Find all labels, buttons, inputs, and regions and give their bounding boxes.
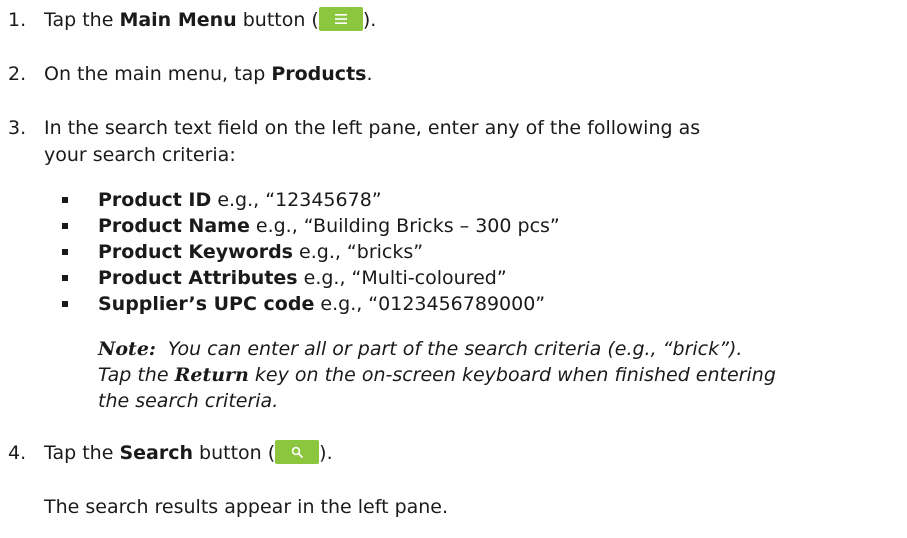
main-menu-button [318, 7, 363, 31]
note-text: Tap the [98, 364, 175, 386]
step-text: . [366, 63, 373, 85]
bullet-icon [62, 275, 68, 281]
note-line-1: Note: You can enter all or part of the se… [98, 336, 898, 362]
criteria-example: e.g., “Multi-coloured” [297, 267, 507, 289]
main-menu-term: Main Menu [119, 9, 237, 31]
step-3: 3. In the search text field on the left p… [8, 115, 700, 141]
menu-icon [334, 14, 347, 24]
search-button [275, 440, 320, 464]
criteria-label: Supplier’s UPC code [98, 293, 315, 315]
criteria-example: e.g., “0123456789000” [314, 293, 546, 315]
step-text: ). [362, 9, 377, 31]
step-text: Tap the [44, 9, 120, 31]
note-label: Note: [98, 338, 156, 360]
list-item: Product ID e.g., “12345678” [62, 187, 560, 213]
search-icon [291, 446, 304, 458]
step-number: 1. [8, 9, 27, 31]
bullet-icon [62, 249, 68, 255]
step-text: button ( [193, 442, 276, 464]
step-text: Tap the [44, 442, 120, 464]
step-number: 2. [8, 63, 27, 85]
criteria-label: Product Name [98, 215, 250, 237]
step-number: 3. [8, 117, 27, 139]
criteria-example: e.g., “12345678” [211, 189, 382, 211]
criteria-label: Product Keywords [98, 241, 293, 263]
criteria-label: Product Attributes [98, 267, 298, 289]
step-number: 4. [8, 442, 27, 464]
list-item: Product Name e.g., “Building Bricks – 30… [62, 213, 560, 239]
step-text: In the search text field on the left pan… [44, 117, 701, 139]
list-item: Supplier’s UPC code e.g., “0123456789000… [62, 291, 560, 317]
criteria-label: Product ID [98, 189, 212, 211]
step-2: 2. On the main menu, tap Products. [8, 61, 373, 87]
note-text: You can enter all or part of the search … [167, 338, 743, 360]
step-1: 1. Tap the Main Menu button (). [8, 7, 376, 33]
step-3-continuation: your search criteria: [44, 144, 236, 166]
step-text: On the main menu, tap [44, 63, 272, 85]
instructions-document: 1. Tap the Main Menu button (). 2. On the … [0, 0, 907, 538]
search-term: Search [119, 442, 193, 464]
bullet-icon [62, 223, 68, 229]
bullet-icon [62, 197, 68, 203]
return-key-term: Return [174, 364, 249, 386]
note-line-3: the search criteria. [98, 390, 279, 412]
list-item: Product Attributes e.g., “Multi-coloured… [62, 265, 560, 291]
criteria-example: e.g., “Building Bricks – 300 pcs” [249, 215, 560, 237]
criteria-list: Product ID e.g., “12345678” Product Name… [62, 187, 560, 317]
step-text: ). [319, 442, 333, 464]
result-text: The search results appear in the left pa… [44, 496, 449, 518]
note-text: key on the on-screen keyboard when finis… [248, 364, 776, 386]
note-line-2: Tap the Return key on the on-screen keyb… [98, 362, 898, 388]
note-block: Note: You can enter all or part of the se… [98, 336, 898, 414]
step-text: button ( [236, 9, 319, 31]
criteria-example: e.g., “bricks” [292, 241, 424, 263]
list-item: Product Keywords e.g., “bricks” [62, 239, 560, 265]
step-4: 4. Tap the Search button (). [8, 440, 333, 466]
products-term: Products [271, 63, 367, 85]
bullet-icon [62, 301, 68, 307]
